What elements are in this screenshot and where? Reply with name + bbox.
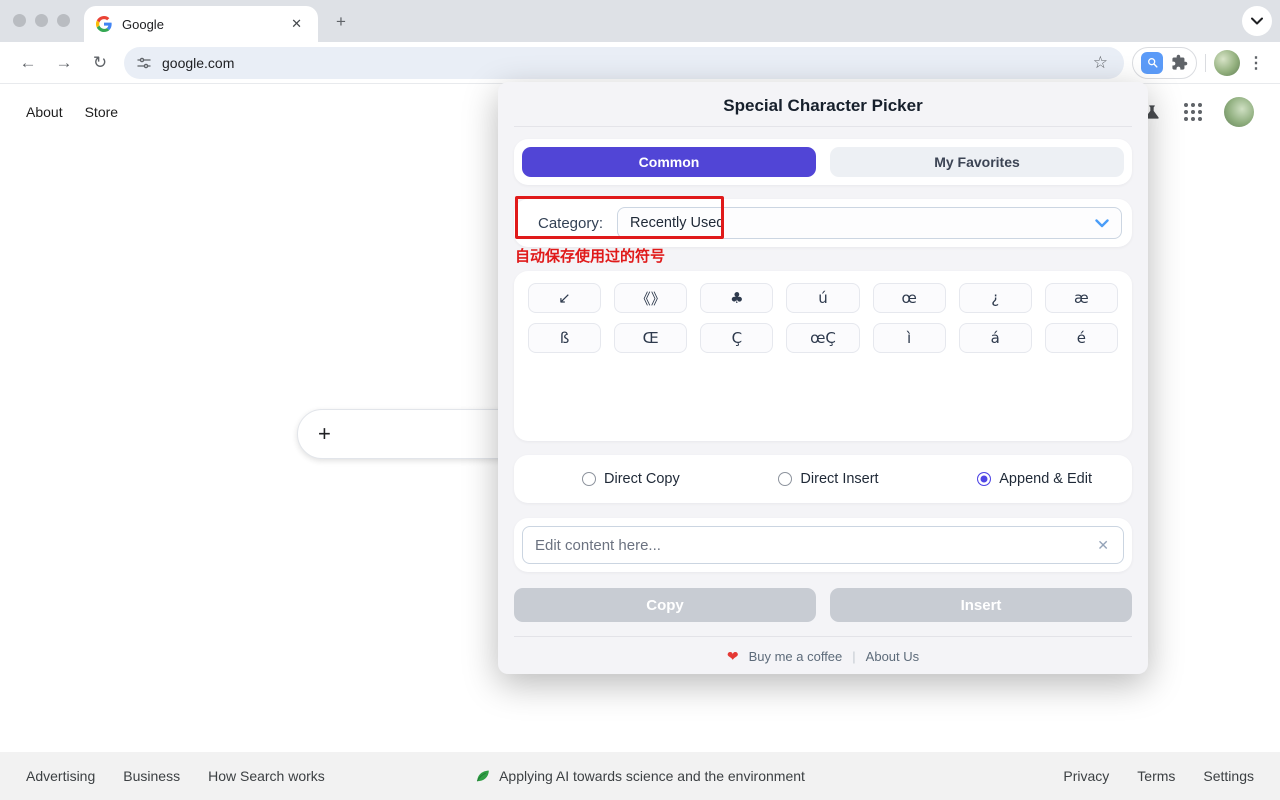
char-button[interactable]: ì bbox=[873, 323, 946, 353]
char-button[interactable]: æ bbox=[1045, 283, 1118, 313]
back-button[interactable]: ← bbox=[14, 49, 42, 77]
window-zoom-button[interactable] bbox=[57, 14, 70, 27]
copy-button[interactable]: Copy bbox=[514, 588, 816, 622]
footer-link-privacy[interactable]: Privacy bbox=[1063, 768, 1109, 784]
char-button[interactable]: 《》 bbox=[614, 283, 687, 313]
about-us-link[interactable]: About Us bbox=[866, 649, 919, 664]
tab-google[interactable]: Google ✕ bbox=[84, 6, 318, 42]
popup-title: Special Character Picker bbox=[514, 92, 1132, 126]
footer-link-how-search-works[interactable]: How Search works bbox=[208, 768, 325, 784]
popup-tabs: Common My Favorites bbox=[514, 139, 1132, 185]
heart-icon: ❤ bbox=[727, 648, 739, 665]
char-button[interactable]: œÇ bbox=[786, 323, 859, 353]
char-button[interactable]: ú bbox=[786, 283, 859, 313]
footer-link-settings[interactable]: Settings bbox=[1203, 768, 1254, 784]
tab-title: Google bbox=[122, 17, 287, 32]
google-account-avatar[interactable] bbox=[1224, 97, 1254, 127]
category-selected-value: Recently Used bbox=[630, 215, 1095, 231]
reload-button[interactable]: ↻ bbox=[86, 49, 114, 77]
char-button[interactable]: Ç bbox=[700, 323, 773, 353]
site-settings-icon[interactable] bbox=[136, 55, 152, 71]
radio-direct-copy[interactable]: Direct Copy bbox=[582, 471, 680, 487]
edit-content-input[interactable]: Edit content here... ✕ bbox=[522, 526, 1124, 564]
char-button[interactable]: ♣ bbox=[700, 283, 773, 313]
footer-link-terms[interactable]: Terms bbox=[1137, 768, 1175, 784]
chevron-down-icon bbox=[1251, 17, 1263, 25]
character-grid: ↙ 《》 ♣ ú œ ¿ æ ß Œ Ç œÇ ì á é bbox=[528, 283, 1118, 353]
chevron-down-icon bbox=[1095, 219, 1109, 228]
extensions-area bbox=[1132, 47, 1197, 79]
url-text: google.com bbox=[162, 55, 1089, 71]
char-button[interactable]: ¿ bbox=[959, 283, 1032, 313]
radio-label: Direct Insert bbox=[800, 471, 878, 487]
char-button[interactable]: ß bbox=[528, 323, 601, 353]
footer-tagline[interactable]: Applying AI towards science and the envi… bbox=[499, 768, 805, 784]
nav-link-about[interactable]: About bbox=[26, 104, 63, 120]
new-tab-button[interactable]: + bbox=[330, 11, 352, 33]
google-favicon-icon bbox=[96, 16, 112, 32]
radio-append-edit[interactable]: Append & Edit bbox=[977, 471, 1092, 487]
google-page: About Store + Special Character Picker C… bbox=[0, 84, 1280, 752]
browser-toolbar: ← → ↻ google.com ☆ ⋮ bbox=[0, 42, 1280, 84]
edit-panel: Edit content here... ✕ bbox=[514, 518, 1132, 572]
extensions-puzzle-icon[interactable] bbox=[1171, 54, 1188, 71]
buy-me-a-coffee-link[interactable]: Buy me a coffee bbox=[749, 649, 843, 664]
address-bar[interactable]: google.com ☆ bbox=[124, 47, 1124, 79]
insert-button[interactable]: Insert bbox=[830, 588, 1132, 622]
popup-footer: ❤ Buy me a coffee | About Us bbox=[514, 636, 1132, 665]
character-picker-popup: Special Character Picker Common My Favor… bbox=[498, 82, 1148, 674]
radio-direct-insert[interactable]: Direct Insert bbox=[778, 471, 878, 487]
radio-label: Direct Copy bbox=[604, 471, 680, 487]
tab-my-favorites[interactable]: My Favorites bbox=[830, 147, 1124, 177]
char-button[interactable]: œ bbox=[873, 283, 946, 313]
radio-icon[interactable] bbox=[778, 472, 792, 486]
char-button[interactable]: Œ bbox=[614, 323, 687, 353]
forward-button[interactable]: → bbox=[50, 49, 78, 77]
char-button[interactable]: ↙ bbox=[528, 283, 601, 313]
browser-menu-button[interactable]: ⋮ bbox=[1240, 53, 1270, 73]
browser-window: Google ✕ + ← → ↻ google.com ☆ ⋮ bbox=[0, 0, 1280, 800]
tab-strip: Google ✕ + bbox=[0, 0, 1280, 42]
radio-icon[interactable] bbox=[582, 472, 596, 486]
char-button[interactable]: é bbox=[1045, 323, 1118, 353]
mode-selector: Direct Copy Direct Insert Append & Edit bbox=[514, 455, 1132, 503]
action-buttons: Copy Insert bbox=[514, 588, 1132, 622]
window-close-button[interactable] bbox=[13, 14, 26, 27]
plus-icon[interactable]: + bbox=[318, 421, 331, 447]
google-footer: Advertising Business How Search works Ap… bbox=[0, 752, 1280, 800]
toolbar-divider bbox=[1205, 54, 1206, 72]
google-apps-icon[interactable] bbox=[1184, 103, 1202, 121]
footer-divider: | bbox=[852, 649, 855, 664]
nav-link-store[interactable]: Store bbox=[85, 104, 118, 120]
category-row: Category: Recently Used bbox=[514, 199, 1132, 247]
footer-link-advertising[interactable]: Advertising bbox=[26, 768, 95, 784]
window-controls bbox=[13, 14, 70, 27]
leaf-icon bbox=[475, 768, 491, 784]
annotation-text: 自动保存使用过的符号 bbox=[515, 245, 665, 266]
radio-label: Append & Edit bbox=[999, 471, 1092, 487]
bookmark-star-icon[interactable]: ☆ bbox=[1089, 53, 1112, 73]
footer-link-business[interactable]: Business bbox=[123, 768, 180, 784]
character-picker-extension-icon[interactable] bbox=[1141, 52, 1163, 74]
tab-search-chevron-button[interactable] bbox=[1242, 6, 1272, 36]
title-divider bbox=[514, 126, 1132, 127]
category-select[interactable]: Recently Used bbox=[617, 207, 1122, 239]
browser-profile-avatar[interactable] bbox=[1214, 50, 1240, 76]
radio-checked-icon[interactable] bbox=[977, 472, 991, 486]
tab-close-icon[interactable]: ✕ bbox=[287, 14, 306, 34]
character-grid-panel: ↙ 《》 ♣ ú œ ¿ æ ß Œ Ç œÇ ì á é bbox=[514, 271, 1132, 441]
clear-input-icon[interactable]: ✕ bbox=[1095, 537, 1111, 554]
input-placeholder: Edit content here... bbox=[535, 537, 1095, 554]
category-label: Category: bbox=[538, 215, 603, 232]
window-minimize-button[interactable] bbox=[35, 14, 48, 27]
char-button[interactable]: á bbox=[959, 323, 1032, 353]
tab-common[interactable]: Common bbox=[522, 147, 816, 177]
